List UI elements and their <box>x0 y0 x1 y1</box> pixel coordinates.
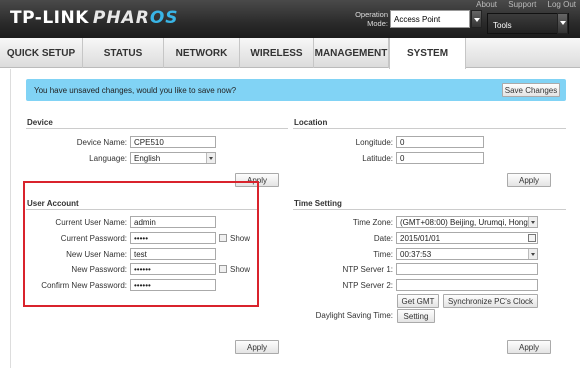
date-value: 2015/01/01 <box>400 234 441 243</box>
top-header: TP-LINK PHAROS About Support Log Out Oper… <box>0 0 580 38</box>
device-section-title: Device <box>27 118 53 127</box>
longitude-label: Longitude: <box>355 138 393 147</box>
time-zone-select[interactable]: (GMT+08:00) Beijing, Urumqi, Hong <box>396 216 538 228</box>
tab-status[interactable]: STATUS <box>83 38 164 68</box>
product-name-prefix: PHAR <box>92 8 150 28</box>
time-value: 00:37:53 <box>400 250 432 259</box>
operation-mode-label: Operation Mode: <box>355 10 388 28</box>
time-setting-section-title: Time Setting <box>294 199 342 208</box>
daylight-saving-setting-button[interactable]: Setting <box>397 309 435 323</box>
tab-wireless[interactable]: WIRELESS <box>240 38 314 68</box>
operation-mode-select[interactable]: Access Point <box>390 10 470 28</box>
top-links: About Support Log Out <box>467 0 576 9</box>
time-dropdown-icon <box>528 249 537 259</box>
brand-logo: TP-LINK PHAROS <box>10 8 179 28</box>
support-link[interactable]: Support <box>508 0 536 9</box>
daylight-saving-time-label: Daylight Saving Time: <box>315 311 393 320</box>
ntp-server-2-label: NTP Server 2: <box>342 281 393 290</box>
device-name-label: Device Name: <box>76 138 127 147</box>
tab-management[interactable]: MANAGEMENT <box>314 38 389 68</box>
unsaved-changes-banner: You have unsaved changes, would you like… <box>26 79 566 101</box>
ntp-server-2-input[interactable] <box>396 279 538 291</box>
latitude-label: Latitude: <box>362 154 393 163</box>
location-divider <box>293 128 566 129</box>
time-select[interactable]: 00:37:53 <box>396 248 538 260</box>
device-divider <box>26 128 288 129</box>
main-nav: QUICK SETUP STATUS NETWORK WIRELESS MANA… <box>0 38 580 69</box>
ntp-server-1-input[interactable] <box>396 263 538 275</box>
language-dropdown-icon <box>206 153 215 163</box>
time-zone-dropdown-icon <box>528 217 537 227</box>
get-gmt-button[interactable]: Get GMT <box>397 294 439 308</box>
time-setting-divider <box>293 209 566 210</box>
user-account-apply-button[interactable]: Apply <box>235 340 279 354</box>
tab-quick-setup[interactable]: QUICK SETUP <box>0 38 83 68</box>
time-zone-value: (GMT+08:00) Beijing, Urumqi, Hong <box>400 218 528 227</box>
latitude-input[interactable]: 0 <box>396 152 484 164</box>
ntp-server-1-label: NTP Server 1: <box>342 265 393 274</box>
tab-system[interactable]: SYSTEM <box>389 38 466 69</box>
product-name-suffix: OS <box>149 8 179 28</box>
tab-network[interactable]: NETWORK <box>164 38 240 68</box>
date-label: Date: <box>373 234 393 243</box>
time-zone-label: Time Zone: <box>352 218 393 227</box>
time-setting-apply-button[interactable]: Apply <box>507 340 551 354</box>
logout-link[interactable]: Log Out <box>548 0 576 9</box>
time-label: Time: <box>373 250 393 259</box>
save-changes-button[interactable]: Save Changes <box>502 83 560 97</box>
operation-mode-dropdown-icon[interactable] <box>471 10 482 28</box>
language-select[interactable]: English <box>130 152 216 164</box>
device-name-input[interactable]: CPE510 <box>130 136 216 148</box>
synchronize-pc-clock-button[interactable]: Synchronize PC's Clock <box>443 294 538 308</box>
location-apply-button[interactable]: Apply <box>507 173 551 187</box>
longitude-input[interactable]: 0 <box>396 136 484 148</box>
user-account-highlight-box <box>23 181 259 307</box>
language-label: Language: <box>89 154 127 163</box>
calendar-icon[interactable] <box>528 234 536 242</box>
brand-name: TP-LINK <box>10 8 89 28</box>
unsaved-changes-message: You have unsaved changes, would you like… <box>34 86 237 95</box>
date-input[interactable]: 2015/01/01 <box>396 232 538 244</box>
tools-dropdown-icon[interactable] <box>557 13 568 34</box>
language-value: English <box>134 154 161 163</box>
location-section-title: Location <box>294 118 328 127</box>
about-link[interactable]: About <box>476 0 497 9</box>
